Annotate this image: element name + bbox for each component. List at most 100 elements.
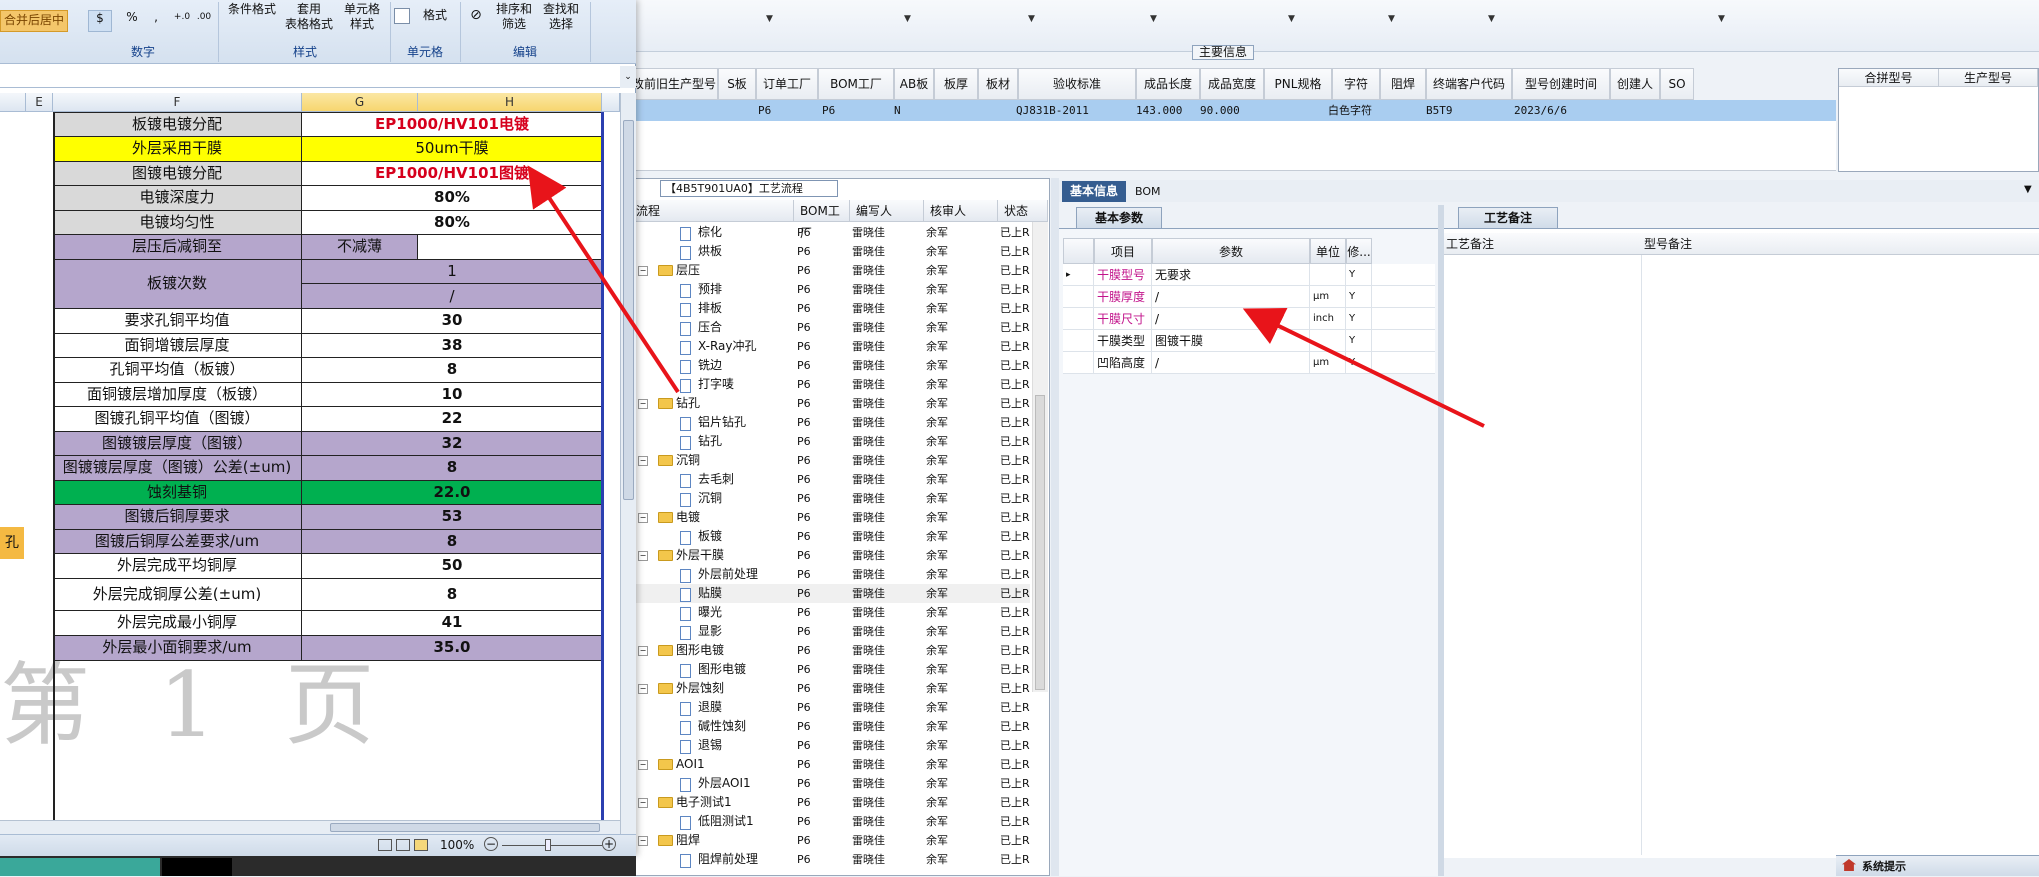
chevron-down-icon[interactable]: ▼ [1150,14,1157,24]
row-label[interactable]: 电镀深度力 [53,185,302,210]
param-row[interactable]: 干膜尺寸 / inch Y [1063,308,1435,330]
row-value[interactable]: 80% [302,210,602,234]
tree-row[interactable]: 碱性蚀刻 P6 雷晓佳 余军 已上R [630,717,1030,736]
grid-header[interactable]: 改前旧生产型号 [630,68,718,100]
collapse-icon[interactable]: − [638,646,648,656]
tree-row[interactable]: 打字唛 P6 雷晓佳 余军 已上R [630,375,1030,394]
side-grid-header[interactable]: 合拼型号 [1839,69,1939,87]
param-header[interactable]: 项目 [1094,238,1152,264]
conditional-format-button[interactable]: 条件格式 [222,2,282,17]
row-label[interactable]: 板镀次数 [53,259,302,308]
tree-row[interactable]: − 阻焊 P6 雷晓佳 余军 已上R [630,831,1030,850]
tree-row[interactable]: 外层前处理 P6 雷晓佳 余军 已上R [630,565,1030,584]
chevron-down-icon[interactable]: ▼ [1028,14,1035,24]
empty-cell[interactable] [418,234,602,259]
process-header[interactable]: BOM工厂 [794,200,850,240]
grid-header[interactable]: 板厚 [934,68,978,100]
collapse-icon[interactable]: − [638,836,648,846]
taskbar-item[interactable] [162,858,232,876]
row-label[interactable]: 图镀镀层厚度（图镀）公差(±um) [53,455,302,480]
tree-row[interactable]: 排板 P6 雷晓佳 余军 已上R [630,299,1030,318]
grid-header[interactable]: S板 [718,68,756,100]
column-header-f[interactable]: F [53,93,302,112]
tree-row[interactable]: 阻焊前处理 P6 雷晓佳 余军 已上R [630,850,1030,869]
grid-header[interactable]: 验收标准 [1018,68,1136,100]
row-label[interactable]: 外层采用干膜 [53,136,302,161]
grid-header[interactable]: 终端客户代码 [1426,68,1512,100]
tree-row[interactable]: 沉铜 P6 雷晓佳 余军 已上R [630,489,1030,508]
tree-row[interactable]: 退锡 P6 雷晓佳 余军 已上R [630,736,1030,755]
grid-header[interactable]: SO [1660,68,1694,100]
grid-header[interactable]: 字符 [1332,68,1380,100]
collapse-icon[interactable]: − [638,551,648,561]
find-select-button[interactable]: 查找和 选择 [538,2,584,32]
page-layout-icon[interactable] [396,839,410,851]
collapse-icon[interactable]: − [638,760,648,770]
collapse-icon[interactable]: − [638,266,648,276]
grid-header[interactable]: 阻焊 [1380,68,1426,100]
tab-bom[interactable]: BOM [1135,181,1161,202]
column-header-e[interactable]: E [26,93,53,112]
panel-splitter[interactable] [1051,178,1059,876]
percent-button[interactable]: % [122,10,142,30]
param-value[interactable]: 无要求 [1152,264,1310,286]
tree-row[interactable]: 预排 P6 雷晓佳 余军 已上R [630,280,1030,299]
remark-header[interactable]: 型号备注 [1642,233,2039,255]
row-label[interactable]: 电镀均匀性 [53,210,302,234]
param-header[interactable]: 参数 [1152,238,1310,264]
tab-basic-info[interactable]: 基本信息 [1062,181,1126,202]
row-value[interactable]: 50 [302,553,602,578]
currency-icon[interactable]: $ [88,10,112,32]
tree-row[interactable]: − 层压 P6 雷晓佳 余军 已上R [630,261,1030,280]
row-label[interactable]: 面铜增镀层厚度 [53,333,302,357]
normal-view-icon[interactable] [378,839,392,851]
sort-filter-button[interactable]: 排序和 筛选 [492,2,536,32]
param-header[interactable]: 单位 [1310,238,1346,264]
row-label[interactable]: 外层完成平均铜厚 [53,553,302,578]
row-value[interactable]: 8 [302,357,602,382]
clear-icon[interactable]: ⊘ [468,8,484,24]
row-label[interactable]: 蚀刻基铜 [53,480,302,504]
grid-header[interactable]: AB板 [894,68,934,100]
row-value[interactable]: 35.0 [302,635,602,660]
comma-icon[interactable]: , [148,10,164,30]
column-header[interactable] [0,93,26,112]
row-label[interactable]: 图镀孔铜平均值（图镀） [53,406,302,431]
cell-style-button[interactable]: 单元格 样式 [336,2,388,32]
process-scrollbar-thumb[interactable] [1035,395,1045,690]
tree-row[interactable]: 显影 P6 雷晓佳 余军 已上R [630,622,1030,641]
chevron-down-icon[interactable]: ▼ [1718,14,1725,24]
tree-row[interactable]: − AOI1 P6 雷晓佳 余军 已上R [630,755,1030,774]
row-value[interactable]: 8 [302,455,602,480]
row-value[interactable]: 50um干膜 [302,136,602,161]
row-value[interactable]: 80% [302,185,602,210]
tree-row[interactable]: 钻孔 P6 雷晓佳 余军 已上R [630,432,1030,451]
row-value[interactable]: 32 [302,431,602,455]
tree-row[interactable]: − 电子测试1 P6 雷晓佳 余军 已上R [630,793,1030,812]
row-label[interactable]: 层压后减铜至 [53,234,302,259]
row-label[interactable]: 图镀后铜厚要求 [53,504,302,529]
collapse-icon[interactable]: − [638,456,648,466]
tree-row[interactable]: − 图形电镀 P6 雷晓佳 余军 已上R [630,641,1030,660]
table-format-button[interactable]: 套用 表格格式 [282,2,336,32]
merge-center-button[interactable]: 合并后居中 [0,10,68,32]
chevron-down-icon[interactable]: ▼ [2024,184,2032,195]
param-row[interactable]: 干膜厚度 / μm Y [1063,286,1435,308]
format-button[interactable]: 格式 [412,8,458,23]
param-row[interactable]: ▸ 干膜型号 无要求 Y [1063,264,1435,286]
sheet-horizontal-scrollbar[interactable] [0,820,620,834]
chevron-down-icon[interactable]: ▼ [1288,14,1295,24]
row-label[interactable]: 图镀后铜厚公差要求/um [53,529,302,553]
process-header[interactable]: 编写人 [850,200,924,222]
row-label[interactable]: 外层完成最小铜厚 [53,610,302,635]
tab-process-remark[interactable]: 工艺备注 [1458,207,1558,229]
row-value[interactable]: 53 [302,504,602,529]
tree-row[interactable]: − 钻孔 P6 雷晓佳 余军 已上R [630,394,1030,413]
grid-header[interactable]: 成品长度 [1136,68,1200,100]
row-value[interactable]: 不减薄 [302,234,418,259]
tree-row[interactable]: 曝光 P6 雷晓佳 余军 已上R [630,603,1030,622]
row-value[interactable]: EP1000/HV101电镀 [302,112,602,136]
decrease-decimal-icon[interactable]: .00 [194,10,214,30]
grid-header[interactable]: 创建人 [1610,68,1660,100]
row-value[interactable]: 22 [302,406,602,431]
